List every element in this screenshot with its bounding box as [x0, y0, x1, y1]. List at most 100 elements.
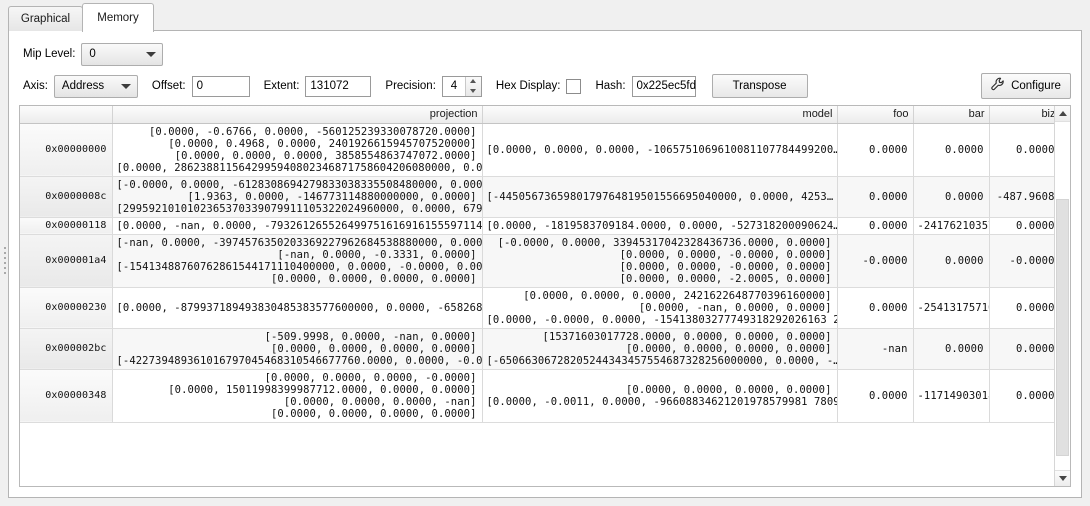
transpose-label: Transpose [732, 80, 787, 92]
column-header-biz[interactable]: biz [989, 106, 1061, 124]
cell-biz[interactable]: -487.9608 [989, 176, 1061, 218]
cell-biz[interactable]: 0.0000 [989, 287, 1061, 329]
cell-bar[interactable]: 0.0000 [913, 176, 990, 218]
memory-table-rows: 0x00000000 [0.0000, -0.6766, 0.0000, -560… [20, 123, 1061, 423]
table-row[interactable]: 0x00000118 [0.0000, -nan, 0.0000, -793261… [20, 217, 1061, 235]
cell-model[interactable]: [0.0000, -1819583709184.0000, 0.0000, -5… [482, 217, 838, 235]
hash-input[interactable]: 0x225ec5fd [631, 75, 696, 97]
cell-bar[interactable]: -24176210357… [913, 217, 990, 235]
splitter-dot [3, 246, 6, 249]
scrollbar-thumb[interactable] [1056, 198, 1069, 457]
hash-label: Hash: [595, 80, 626, 92]
tab-graphical-label: Graphical [20, 13, 71, 25]
hex-display-checkbox[interactable] [566, 78, 582, 94]
table-corner-header[interactable] [20, 106, 113, 124]
configure-button[interactable]: Configure [981, 73, 1071, 99]
column-header-foo[interactable]: foo [837, 106, 914, 124]
table-header-row: projection model foo bar biz [20, 106, 1061, 124]
splitter-dot [3, 271, 6, 274]
table-row[interactable]: 0x00000230 [0.0000, -87993718949383048538… [20, 287, 1061, 329]
table-row[interactable]: 0x000002bc [-509.9998, 0.0000, -nan, 0.00… [20, 328, 1061, 370]
splitter-dot [3, 266, 6, 269]
cell-bar[interactable]: 0.0000 [913, 328, 990, 370]
axis-label: Axis: [23, 80, 48, 92]
cell-foo[interactable]: 0.0000 [837, 287, 914, 329]
cell-projection[interactable]: [-509.9998, 0.0000, -nan, 0.0000] [0.000… [112, 328, 483, 370]
cell-model[interactable]: [-4450567365980179764819501556695040000,… [482, 176, 838, 218]
cell-foo[interactable]: -0.0000 [837, 234, 914, 288]
cell-bar[interactable]: 0.0000 [913, 123, 990, 177]
tab-bar: Graphical Memory [8, 3, 1082, 32]
offset-input[interactable]: 0 [191, 75, 250, 97]
memory-table-body: projection model foo bar biz 0x00000000[… [20, 106, 1061, 486]
memory-table: projection model foo bar biz 0x00000000[… [20, 106, 1061, 423]
cell-address[interactable]: 0x000002bc [20, 328, 113, 370]
cell-biz[interactable]: 0.0000 [989, 217, 1061, 235]
table-row[interactable]: 0x000001a4 [-nan, 0.0000, -39745763502033… [20, 234, 1061, 288]
cell-foo[interactable]: 0.0000 [837, 123, 914, 177]
memory-table-container: projection model foo bar biz 0x00000000[… [19, 105, 1071, 487]
scroll-up-button[interactable] [1055, 106, 1070, 122]
table-row[interactable]: 0x0000008c [-0.0000, 0.0000, -61283086942… [20, 176, 1061, 218]
extent-value: 131072 [310, 80, 349, 92]
cell-address[interactable]: 0x00000230 [20, 287, 113, 329]
splitter-dot [3, 251, 6, 254]
cell-model[interactable]: [15371603017728.0000, 0.0000, 0.0000, 0.… [482, 328, 838, 370]
precision-value: 4 [450, 80, 458, 92]
transpose-button[interactable]: Transpose [711, 74, 808, 98]
table-row[interactable]: 0x00000348 [0.0000, 0.0000, 0.0000, -0.00… [20, 369, 1061, 423]
cell-model[interactable]: [0.0000, 0.0000, 0.0000, 0.0000] [0.0000… [482, 369, 838, 423]
cell-address[interactable]: 0x00000000 [20, 123, 113, 177]
axis-value: Address [61, 80, 105, 92]
cell-address[interactable]: 0x00000348 [20, 369, 113, 423]
hash-value: 0x225ec5fd [636, 80, 696, 92]
cell-foo[interactable]: 0.0000 [837, 369, 914, 423]
cell-foo[interactable]: 0.0000 [837, 176, 914, 218]
table-vertical-scrollbar[interactable] [1054, 106, 1070, 486]
column-header-model[interactable]: model [482, 106, 838, 124]
column-header-projection[interactable]: projection [112, 106, 483, 124]
cell-foo[interactable]: 0.0000 [837, 217, 914, 235]
tab-memory[interactable]: Memory [82, 3, 154, 32]
cell-biz[interactable]: -0.0000 [989, 234, 1061, 288]
cell-address[interactable]: 0x00000118 [20, 217, 113, 235]
offset-value: 0 [196, 80, 203, 92]
scroll-down-button[interactable] [1055, 470, 1070, 486]
triangle-up-icon [1058, 111, 1067, 116]
scrollbar-track[interactable] [1055, 122, 1070, 470]
cell-biz[interactable]: 0.0000 [989, 369, 1061, 423]
splitter-dot [3, 261, 6, 264]
tab-graphical[interactable]: Graphical [8, 6, 83, 31]
table-row[interactable]: 0x00000000 [0.0000, -0.6766, 0.0000, -560… [20, 123, 1061, 177]
cell-biz[interactable]: 0.0000 [989, 123, 1061, 177]
cell-bar[interactable]: -25413175716… [913, 287, 990, 329]
splitter-dot [3, 256, 6, 259]
stepper-down-icon[interactable] [466, 86, 481, 96]
cell-model[interactable]: [0.0000, 0.0000, 0.0000, -10657510696100… [482, 123, 838, 177]
stepper-up-icon[interactable] [466, 77, 481, 87]
precision-stepper[interactable] [464, 76, 481, 96]
cell-projection[interactable]: [0.0000, -0.6766, 0.0000, -5601252393300… [112, 123, 483, 177]
mip-level-combobox[interactable]: 0 [81, 42, 164, 66]
memory-viewer-window: Graphical Memory Mip Level: 0 Axis: Addr… [0, 0, 1090, 506]
toolbar-row-options: Axis: Address Offset: 0 Extent: 131072 P… [9, 73, 1081, 99]
extent-input[interactable]: 131072 [305, 75, 372, 97]
cell-model[interactable]: [0.0000, 0.0000, 0.0000, 242162264877039… [482, 287, 838, 329]
cell-address[interactable]: 0x000001a4 [20, 234, 113, 288]
cell-foo[interactable]: -nan [837, 328, 914, 370]
cell-projection[interactable]: [0.0000, -879937189493830485383577600000… [112, 287, 483, 329]
cell-projection[interactable]: [0.0000, -nan, 0.0000, -7932612655264997… [112, 217, 483, 235]
cell-bar[interactable]: 0.0000 [913, 234, 990, 288]
cell-bar[interactable]: -11714903018… [913, 369, 990, 423]
cell-biz[interactable]: 0.0000 [989, 328, 1061, 370]
cell-model[interactable]: [-0.0000, 0.0000, 33945317042328436736.0… [482, 234, 838, 288]
precision-spinbox[interactable]: 4 [441, 75, 482, 97]
cell-projection[interactable]: [-nan, 0.0000, -397457635020336922796268… [112, 234, 483, 288]
precision-label: Precision: [385, 80, 436, 92]
axis-combobox[interactable]: Address [53, 74, 138, 98]
cell-address[interactable]: 0x0000008c [20, 176, 113, 218]
toolbar-row-mip: Mip Level: 0 [9, 41, 1081, 67]
cell-projection[interactable]: [-0.0000, 0.0000, -612830869427983303833… [112, 176, 483, 218]
cell-projection[interactable]: [0.0000, 0.0000, 0.0000, -0.0000] [0.000… [112, 369, 483, 423]
column-header-bar[interactable]: bar [913, 106, 990, 124]
